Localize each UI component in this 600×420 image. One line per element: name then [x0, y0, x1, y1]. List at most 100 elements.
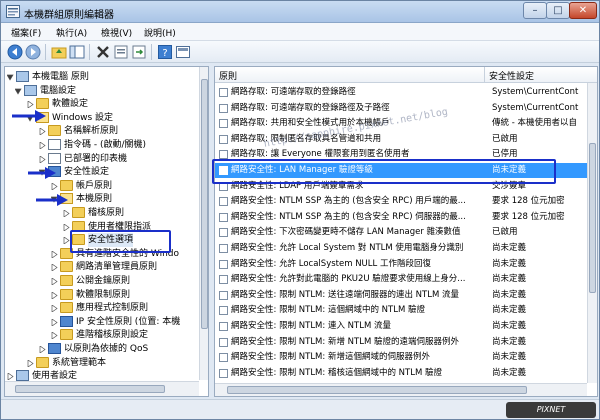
expand-triangle-icon[interactable]: [39, 142, 46, 149]
policy-row[interactable]: 網路安全性: 允許 LocalSystem NULL 工作階段回復 尚未定義: [215, 257, 587, 272]
show-hide-tree-icon[interactable]: [69, 44, 85, 60]
policy-list-pane[interactable]: 原則 安全性設定 網路存取: 可遠端存取的登錄路徑 System\CurrentC…: [214, 66, 598, 397]
tree-item[interactable]: 進階稽核原則設定: [51, 328, 195, 342]
menu-view[interactable]: 檢視(V): [101, 26, 132, 39]
tree-item[interactable]: 本機電腦 原則: [7, 70, 195, 84]
tree-item[interactable]: 應用程式控制原則: [51, 301, 195, 315]
list-vertical-scrollbar[interactable]: [587, 83, 597, 383]
collapse-triangle-icon[interactable]: [27, 115, 34, 122]
expand-triangle-icon[interactable]: [51, 250, 58, 258]
expand-triangle-icon[interactable]: [51, 278, 58, 285]
tree-item[interactable]: 帳戶原則: [51, 179, 195, 193]
policy-setting-value: 傳統 - 本機使用者以自: [492, 118, 577, 129]
view-icon[interactable]: [175, 44, 191, 60]
tree-item[interactable]: 網路清單管理員原則: [51, 260, 195, 274]
menu-action[interactable]: 執行(A): [56, 26, 87, 39]
expand-triangle-icon[interactable]: [51, 318, 58, 326]
tree-pane[interactable]: 本機電腦 原則 電腦設定 軟體設定 Windows 設定 名稱解析原則 指令碼 - (啟動…: [4, 66, 209, 397]
expand-triangle-icon[interactable]: [51, 264, 58, 272]
policy-row[interactable]: 網路存取: 共用和安全性模式用於本機帳戶 傳統 - 本機使用者以自: [215, 116, 587, 131]
tree-item[interactable]: 本機原則: [51, 192, 195, 206]
collapse-triangle-icon[interactable]: [15, 88, 22, 95]
expand-triangle-icon[interactable]: [7, 373, 14, 381]
properties-icon[interactable]: [113, 44, 129, 60]
tree-item-label: 安全性選項: [88, 233, 134, 248]
expand-triangle-icon[interactable]: [39, 155, 46, 163]
tree-horizontal-scrollbar[interactable]: [5, 381, 199, 396]
menu-help[interactable]: 說明(H): [144, 26, 176, 39]
delete-icon[interactable]: [95, 44, 111, 60]
expand-triangle-icon[interactable]: [51, 182, 58, 190]
policy-row[interactable]: 網路安全性: 限制 NTLM: 這個網域中的 NTLM 驗證 尚未定義: [215, 303, 587, 318]
expand-triangle-icon[interactable]: [51, 305, 58, 313]
forward-icon[interactable]: [25, 44, 41, 60]
up-folder-icon[interactable]: [51, 44, 67, 60]
tree-scroll-thumb[interactable]: [201, 79, 208, 329]
tree-item[interactable]: 軟體限制原則: [51, 288, 195, 302]
tree-item[interactable]: 安全性選項: [63, 233, 195, 248]
policy-row[interactable]: 網路存取: 限制匿名存取具名管道和共用 已啟用: [215, 132, 587, 147]
collapse-triangle-icon[interactable]: [51, 196, 58, 204]
expand-triangle-icon[interactable]: [63, 237, 70, 245]
list-horizontal-scrollbar[interactable]: [215, 383, 587, 396]
collapse-triangle-icon[interactable]: [39, 169, 46, 176]
policy-row[interactable]: 網路安全性: 限制 NTLM: 新增 NTLM 驗證的遠端伺服器例外 尚未定義: [215, 335, 587, 350]
tree-item[interactable]: 以原則為依據的 QoS: [39, 342, 195, 356]
tree-item[interactable]: 名稱解析原則: [39, 124, 195, 138]
policy-row[interactable]: 網路安全性: LDAP 用戶端簽章需求 交涉簽章: [215, 179, 587, 194]
folder-icon: [72, 207, 85, 218]
expand-triangle-icon[interactable]: [51, 332, 58, 340]
tree-item[interactable]: 公開金鑰原則: [51, 274, 195, 288]
policy-row[interactable]: 網路安全性: 允許對此電腦的 PKU2U 驗證要求使用線上身分... 尚未定義: [215, 272, 587, 287]
list-hscroll-thumb[interactable]: [227, 386, 527, 394]
tree-item[interactable]: 安全性設定: [39, 165, 195, 179]
expand-triangle-icon[interactable]: [39, 128, 46, 136]
back-icon[interactable]: [7, 44, 23, 60]
policy-row[interactable]: 網路安全性: 下次密碼變更時不儲存 LAN Manager 雜湊數值 已啟用: [215, 225, 587, 240]
column-header-policy[interactable]: 原則: [219, 69, 237, 82]
policy-row[interactable]: 網路安全性: 限制 NTLM: 新增這個網域的伺服器例外 尚未定義: [215, 350, 587, 365]
help-icon[interactable]: ?: [157, 44, 173, 60]
tree-vertical-scrollbar[interactable]: [199, 67, 208, 380]
expand-triangle-icon[interactable]: [27, 359, 34, 367]
tree-item[interactable]: IP 安全性原則 (位置: 本機: [51, 315, 195, 329]
tree-item[interactable]: 具有進階安全性的 Windo: [51, 247, 195, 261]
tree-item[interactable]: 已部署的印表機: [39, 152, 195, 166]
policy-row[interactable]: 網路安全性: 允許 Local System 對 NTLM 使用電腦身分識別 尚未…: [215, 241, 587, 256]
collapse-triangle-icon[interactable]: [7, 74, 14, 81]
minimize-button[interactable]: –: [523, 2, 547, 19]
expand-triangle-icon[interactable]: [39, 346, 46, 353]
maximize-button[interactable]: □: [546, 2, 570, 19]
tree-item[interactable]: 指令碼 - (啟動/關機): [39, 138, 195, 152]
policy-row[interactable]: 網路存取: 可遠端存取的登錄路徑 System\CurrentCont: [215, 85, 587, 100]
column-header-security-setting[interactable]: 安全性設定: [489, 69, 534, 82]
tree-item[interactable]: 使用者權限指派: [63, 220, 195, 234]
tree-item[interactable]: 軟體設定: [27, 97, 195, 111]
policy-row[interactable]: 網路存取: 可遠端存取的登錄路徑及子路徑 System\CurrentCont: [215, 101, 587, 116]
expand-triangle-icon[interactable]: [63, 223, 70, 231]
tree-item[interactable]: Windows 設定: [27, 111, 195, 125]
tree-item[interactable]: 電腦設定: [15, 84, 195, 98]
expand-triangle-icon[interactable]: [63, 210, 70, 217]
policy-row[interactable]: 網路安全性: LAN Manager 驗證等級 尚未定義: [215, 163, 587, 178]
toolbar-separator: [151, 44, 152, 60]
tree-item-label: 軟體設定: [52, 99, 89, 110]
close-button[interactable]: ✕: [569, 2, 597, 19]
policy-row[interactable]: 網路存取: 讓 Everyone 權限套用到匿名使用者 已停用: [215, 147, 587, 162]
expand-triangle-icon[interactable]: [27, 101, 34, 109]
menu-file[interactable]: 檔案(F): [11, 26, 41, 39]
tree-hscroll-thumb[interactable]: [15, 385, 165, 393]
computer-icon: [16, 71, 29, 82]
tree-item[interactable]: 稽核原則: [63, 206, 195, 220]
export-icon[interactable]: [131, 44, 147, 60]
column-divider[interactable]: [484, 67, 485, 83]
policy-row[interactable]: 網路安全性: 限制 NTLM: 送往遠端伺服器的連出 NTLM 流量 尚未定義: [215, 288, 587, 303]
list-scroll-thumb[interactable]: [589, 143, 596, 293]
policy-row[interactable]: 網路安全性: 限制 NTLM: 稽核這個網域中的 NTLM 驗證 尚未定義: [215, 366, 587, 381]
title-bar[interactable]: 本機群組原則編輯器 – □ ✕: [1, 1, 599, 23]
expand-triangle-icon[interactable]: [51, 291, 58, 299]
policy-row[interactable]: 網路安全性: 限制 NTLM: 連入 NTLM 流量 尚未定義: [215, 319, 587, 334]
policy-row[interactable]: 網路安全性: NTLM SSP 為主的 (包含安全 RPC) 用戶端的最... 要…: [215, 194, 587, 209]
policy-row[interactable]: 網路安全性: NTLM SSP 為主的 (包含安全 RPC) 伺服器的最... 要…: [215, 210, 587, 225]
tree-item[interactable]: 系統管理範本: [27, 356, 195, 370]
